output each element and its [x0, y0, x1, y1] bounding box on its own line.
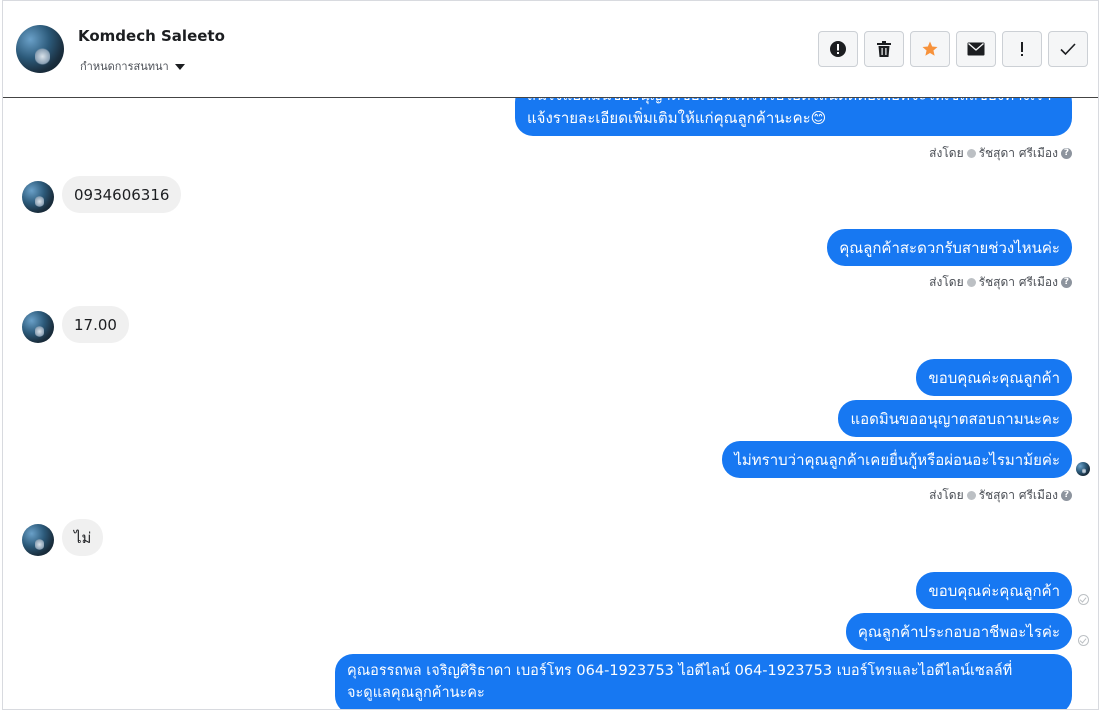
contact-avatar [22, 311, 54, 343]
outgoing-message[interactable]: ขอบคุณค่ะคุณลูกค้า [916, 572, 1072, 609]
message-thread[interactable]: สนใจแอดมินขออนุญาตขอเบอร์โทรหรือไอดีไลน์… [3, 84, 1098, 710]
outgoing-message[interactable]: คุณอรรถพล เจริญศิริธาดา เบอร์โทร 064-192… [335, 654, 1072, 710]
sent-check-icon [1078, 635, 1089, 646]
message-text: คุณลูกค้าประกอบอาชีพอะไรค่ะ [857, 622, 1060, 641]
incoming-message[interactable]: 17.00 [62, 306, 129, 343]
help-icon[interactable]: ? [1061, 277, 1072, 288]
message-text: 0934606316 [74, 185, 170, 204]
exclamation-icon [1021, 42, 1023, 56]
message-text-line: คุณอรรถพล เจริญศิริธาดา เบอร์โทร 064-192… [347, 663, 1013, 679]
message-text: แอดมินขออนุญาตสอบถามนะคะ [850, 409, 1060, 428]
contact-avatar[interactable] [16, 25, 64, 73]
follow-up-button[interactable] [1002, 31, 1042, 67]
trash-icon [877, 41, 891, 57]
agent-name: รัชสุดา ศรีเมือง [978, 275, 1058, 289]
message-text: คุณลูกค้าสะดวกรับสายช่วงไหนค่ะ [839, 238, 1060, 257]
outgoing-message[interactable]: ขอบคุณค่ะคุณลูกค้า [916, 359, 1072, 396]
mark-spam-button[interactable] [818, 31, 858, 67]
agent-name: รัชสุดา ศรีเมือง [978, 146, 1058, 160]
help-icon[interactable]: ? [1061, 490, 1072, 501]
star-icon [922, 41, 938, 56]
mark-done-button[interactable] [1048, 31, 1088, 67]
delete-button[interactable] [864, 31, 904, 67]
agent-status-icon [966, 149, 976, 158]
incoming-message[interactable]: 0934606316 [62, 176, 182, 213]
message-text: ไม่ [74, 528, 92, 547]
message-text: ขอบคุณค่ะคุณลูกค้า [928, 368, 1060, 387]
message-text: ขอบคุณค่ะคุณลูกค้า [928, 581, 1060, 600]
outgoing-message[interactable]: แอดมินขออนุญาตสอบถามนะคะ [838, 400, 1072, 437]
conversation-schedule-dropdown[interactable]: กำหนดการสนทนา [80, 57, 185, 75]
envelope-icon [967, 42, 985, 56]
message-text-line: แจ้งรายละเอียดเพิ่มเติมให้แก่คุณลูกค้านะ… [527, 109, 827, 127]
agent-status-icon [966, 491, 976, 500]
sender-info: ส่งโดย รัชสุดา ศรีเมือง ? [929, 486, 1072, 505]
sent-by-label: ส่งโดย [929, 275, 964, 289]
sent-by-label: ส่งโดย [929, 488, 964, 502]
outgoing-message[interactable]: คุณลูกค้าสะดวกรับสายช่วงไหนค่ะ [827, 229, 1072, 266]
sender-info: ส่งโดย รัชสุดา ศรีเมือง ? [929, 144, 1072, 163]
message-text: 17.00 [74, 315, 117, 334]
agent-status-icon [966, 278, 976, 287]
contact-avatar [22, 524, 54, 556]
contact-avatar [22, 181, 54, 213]
alert-circle-icon [830, 41, 846, 57]
conversation-schedule-label: กำหนดการสนทนา [80, 60, 169, 73]
conversation-toolbar [818, 31, 1088, 67]
conversation-panel: Komdech Saleeto กำหนดการสนทนา แจ้งรายละเ… [2, 0, 1099, 710]
star-button[interactable] [910, 31, 950, 67]
outgoing-message[interactable]: คุณลูกค้าประกอบอาชีพอะไรค่ะ [845, 613, 1072, 650]
composer-divider [3, 709, 1098, 710]
message-text-line: จะดูแลคุณลูกค้านะคะ [347, 685, 485, 701]
conversation-header: Komdech Saleeto กำหนดการสนทนา [3, 1, 1098, 98]
incoming-message[interactable]: ไม่ [62, 519, 104, 556]
seen-by-avatar [1076, 462, 1090, 476]
help-icon[interactable]: ? [1061, 148, 1072, 159]
checkmark-icon [1060, 43, 1076, 56]
mark-unread-button[interactable] [956, 31, 996, 67]
sent-check-icon [1078, 594, 1089, 605]
caret-down-icon [174, 64, 185, 70]
agent-name: รัชสุดา ศรีเมือง [978, 488, 1058, 502]
message-text: ไม่ทราบว่าคุณลูกค้าเคยยื่นกู้หรือผ่อนอะไ… [734, 450, 1060, 469]
sent-by-label: ส่งโดย [929, 146, 964, 160]
sender-info: ส่งโดย รัชสุดา ศรีเมือง ? [929, 273, 1072, 292]
contact-name[interactable]: Komdech Saleeto [78, 27, 225, 45]
outgoing-message[interactable]: ไม่ทราบว่าคุณลูกค้าเคยยื่นกู้หรือผ่อนอะไ… [722, 441, 1072, 478]
